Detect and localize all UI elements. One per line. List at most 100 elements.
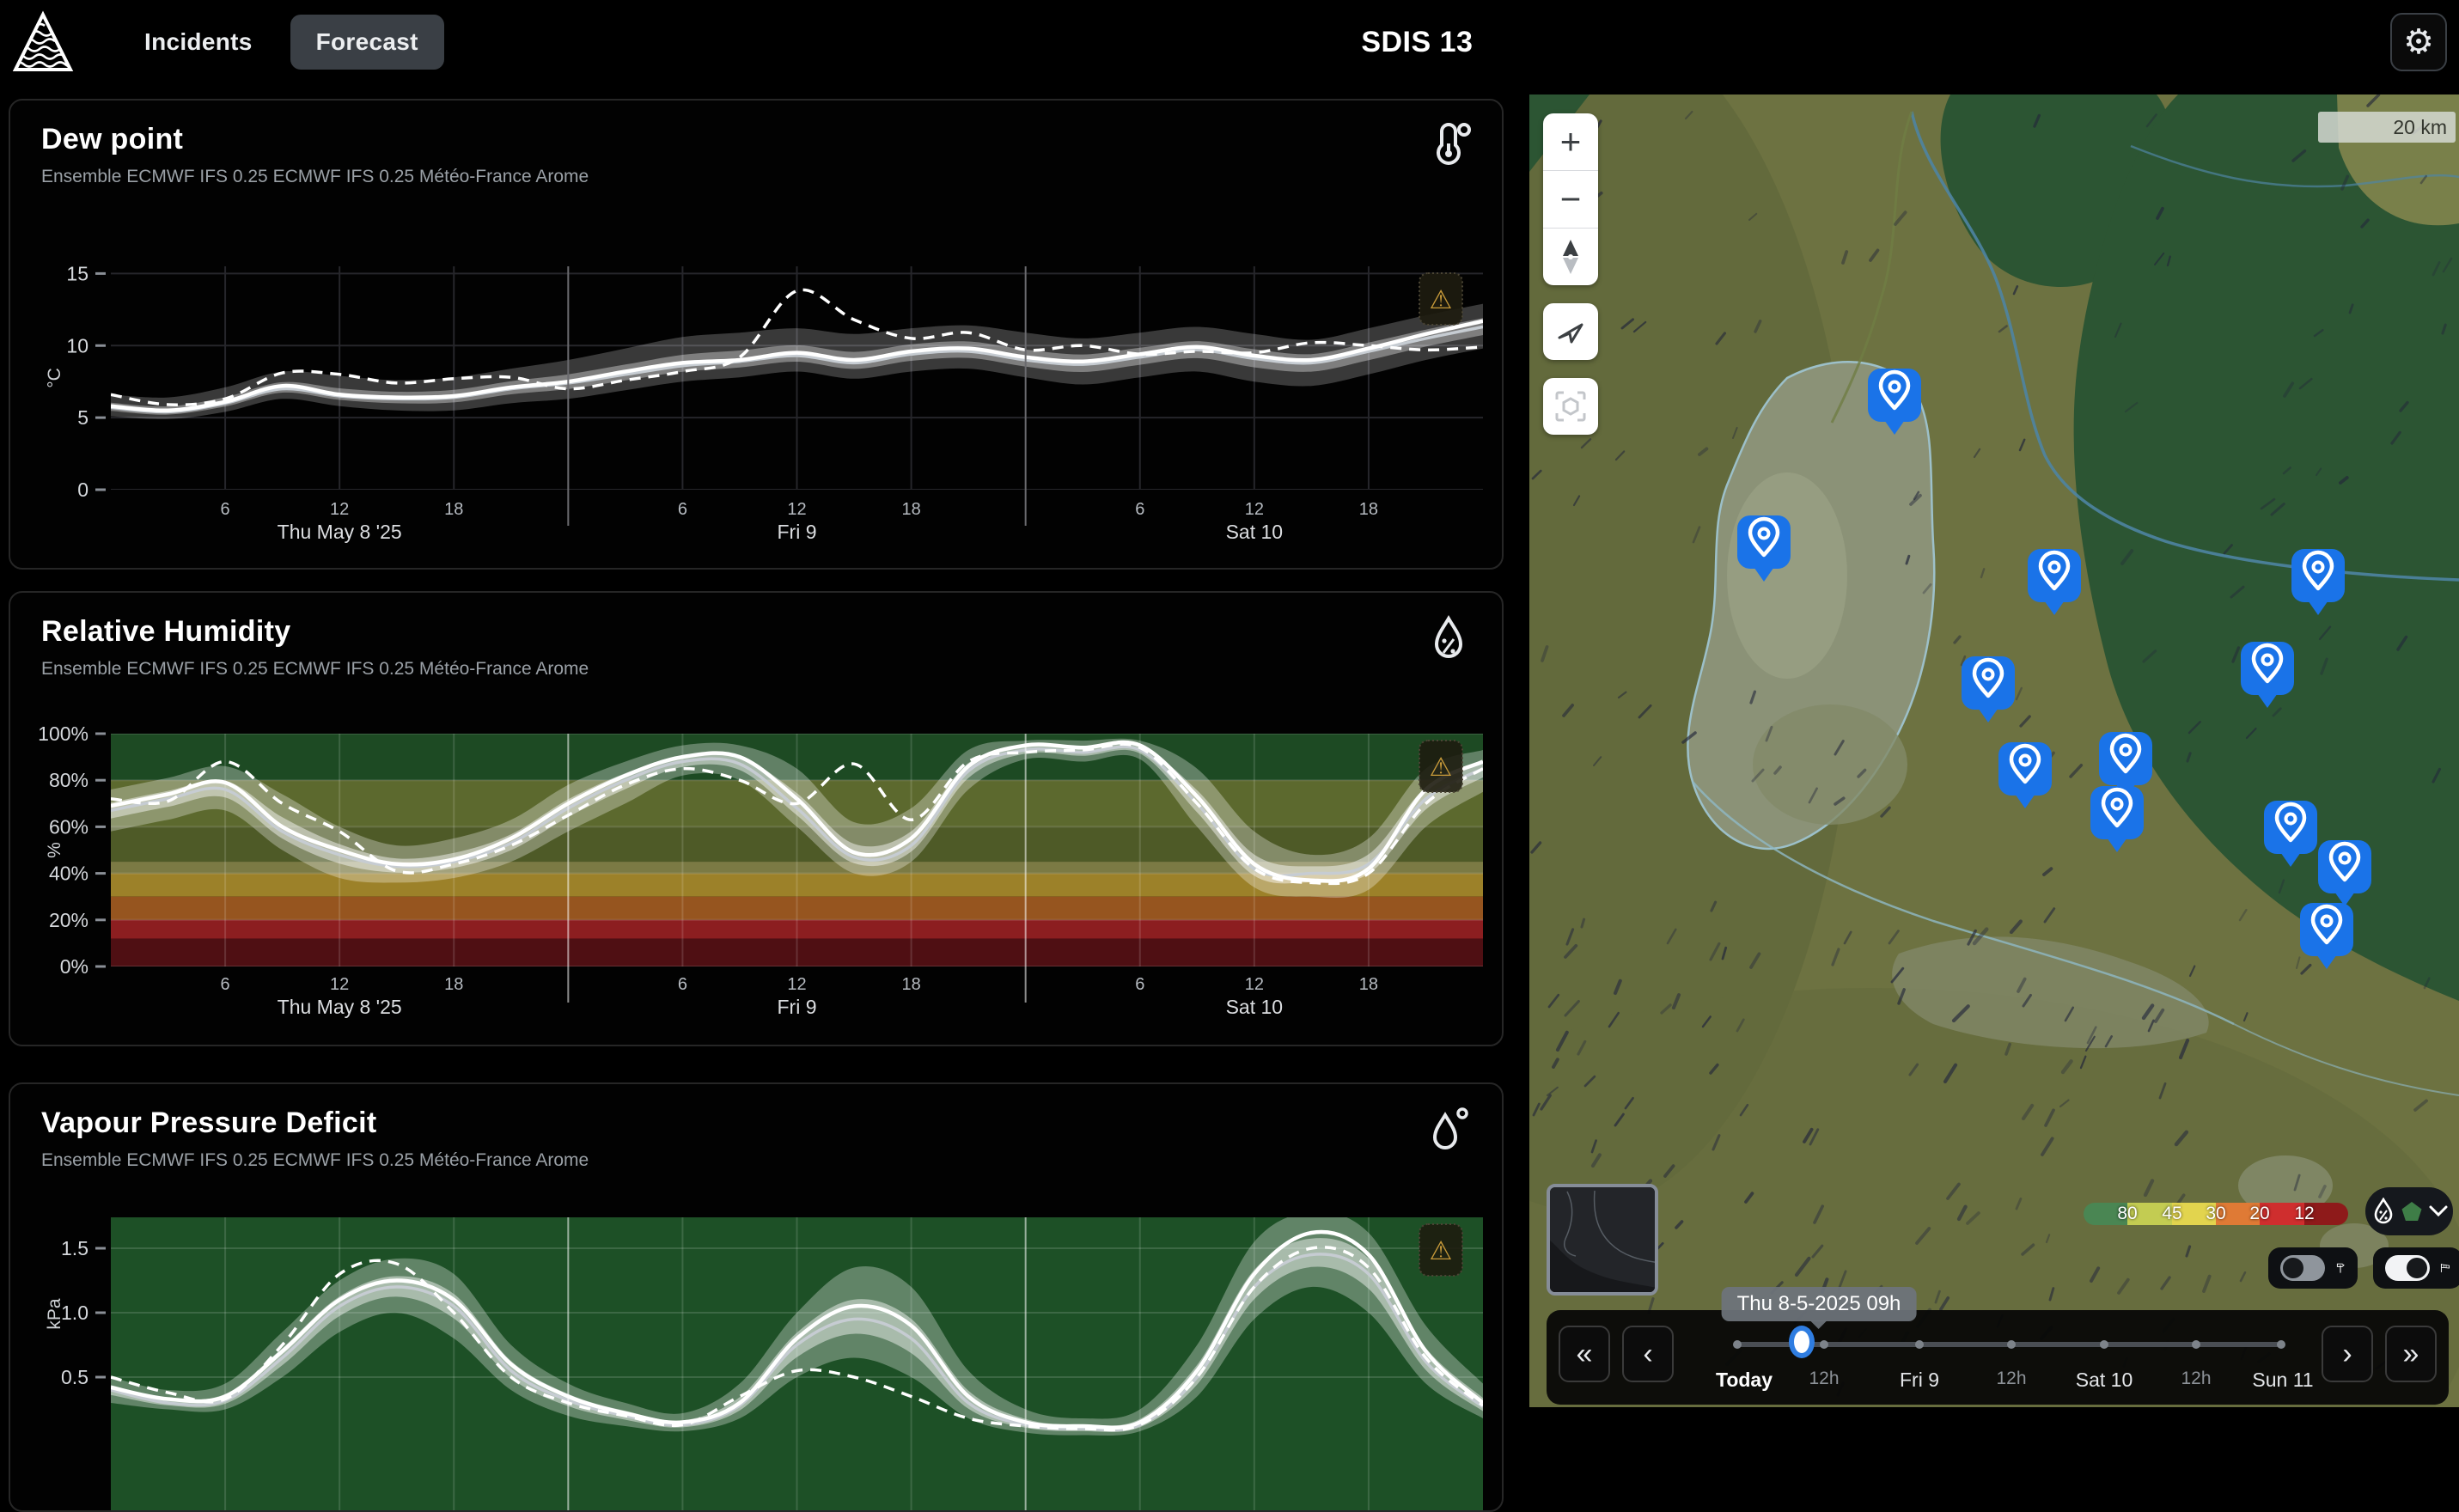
humidity-droplet-icon: [2371, 1198, 2395, 1225]
svg-text:15: 15: [66, 262, 88, 284]
timeline-slider-handle[interactable]: [1789, 1326, 1815, 1358]
svg-text:60%: 60%: [49, 815, 88, 838]
svg-text:18: 18: [901, 975, 920, 994]
svg-text:0.5: 0.5: [61, 1366, 88, 1388]
svg-text:18: 18: [901, 500, 920, 519]
scale-label: 20 km: [2393, 116, 2447, 139]
svg-text:Sat 10: Sat 10: [1226, 996, 1284, 1018]
timeline-label-12h[interactable]: 12h: [1996, 1369, 2026, 1389]
legend-seg-darkred: [2304, 1203, 2348, 1225]
locate-button[interactable]: [1543, 303, 1598, 360]
svg-text:12: 12: [330, 500, 349, 519]
chart-panel-vapour-pressure-deficit: Vapour Pressure Deficit Ensemble ECMWF I…: [9, 1082, 1504, 1512]
app-logo-triangle-icon[interactable]: [12, 9, 74, 75]
thermometer-degree-icon: [1426, 123, 1471, 171]
svg-text:18: 18: [1359, 975, 1378, 994]
warning-triangle-icon: ⚠: [1430, 286, 1453, 314]
minimap-canvas: [1550, 1187, 1658, 1296]
legend-seg-yellow: [2172, 1203, 2216, 1225]
panel-title: Vapour Pressure Deficit: [41, 1107, 1471, 1140]
track-tick: [1820, 1340, 1828, 1349]
track-tick: [2007, 1340, 2016, 1349]
timeline-label-sun11[interactable]: Sun 11: [2252, 1369, 2313, 1392]
svg-text:6: 6: [678, 500, 687, 519]
svg-text:6: 6: [1135, 975, 1144, 994]
tab-incidents[interactable]: Incidents: [119, 15, 278, 70]
svg-text:80%: 80%: [49, 769, 88, 791]
svg-text:1.5: 1.5: [61, 1237, 88, 1259]
svg-text:°C: °C: [45, 368, 64, 388]
toggle-switch-off[interactable]: [2280, 1255, 2325, 1281]
svg-text:Thu May 8 '25: Thu May 8 '25: [278, 996, 402, 1018]
timeline-prev-button[interactable]: ‹: [1622, 1326, 1674, 1382]
svg-text:%: %: [45, 842, 64, 858]
svg-text:0: 0: [77, 479, 88, 501]
windsock-icon: [2440, 1254, 2450, 1282]
panel-subtitle: Ensemble ECMWF IFS 0.25 ECMWF IFS 0.25 M…: [41, 167, 1471, 187]
panel-title: Dew point: [41, 123, 1471, 156]
svg-text:kPa: kPa: [45, 1298, 64, 1330]
settings-button[interactable]: ⚙: [2390, 13, 2447, 71]
track-tick: [2277, 1340, 2285, 1349]
svg-text:20%: 20%: [49, 909, 88, 931]
humidity-legend-bar: [2084, 1203, 2348, 1225]
compass-button[interactable]: [1543, 228, 1598, 285]
legend-seg-yellowgreen: [2127, 1203, 2171, 1225]
signpost-toggle[interactable]: [2268, 1247, 2358, 1289]
map[interactable]: + − 20 km: [1529, 94, 2459, 1407]
legend-seg-green: [2084, 1203, 2127, 1225]
svg-text:Fri 9: Fri 9: [778, 996, 817, 1018]
layer-selector-pill[interactable]: [2365, 1187, 2453, 1235]
timeline-bar: Thu 8-5-2025 09h « ‹ Today 12h Fri 9 12h…: [1547, 1310, 2449, 1405]
fit-bounds-button[interactable]: [1543, 378, 1598, 435]
svg-text:12: 12: [1245, 975, 1264, 994]
tab-forecast[interactable]: Forecast: [290, 15, 444, 70]
zoom-in-button[interactable]: +: [1543, 113, 1598, 170]
svg-text:6: 6: [221, 975, 230, 994]
timeline-track[interactable]: [1736, 1342, 2283, 1347]
time-tooltip: Thu 8-5-2025 09h: [1722, 1287, 1917, 1321]
legend-seg-red: [2260, 1203, 2303, 1225]
svg-text:6: 6: [1135, 500, 1144, 519]
chart-warning-badge[interactable]: ⚠: [1419, 741, 1462, 792]
humidity-droplet-icon: [1426, 615, 1471, 663]
svg-text:12: 12: [330, 975, 349, 994]
compass-icon: [1557, 238, 1584, 276]
panel-subtitle: Ensemble ECMWF IFS 0.25 ECMWF IFS 0.25 M…: [41, 659, 1471, 680]
navigation-arrow-icon: [1555, 316, 1586, 347]
minimap[interactable]: [1547, 1184, 1658, 1296]
map-zoom-controls: + −: [1543, 113, 1598, 285]
chart-warning-badge[interactable]: ⚠: [1419, 273, 1462, 325]
timeline-last-button[interactable]: »: [2385, 1326, 2437, 1382]
timeline-label-12h[interactable]: 12h: [2181, 1369, 2211, 1389]
gear-icon: ⚙: [2403, 25, 2434, 59]
frame-hexagon-icon: [1554, 390, 1587, 423]
svg-text:12: 12: [787, 975, 806, 994]
svg-text:Sat 10: Sat 10: [1226, 521, 1284, 543]
timeline-next-button[interactable]: ›: [2322, 1326, 2373, 1382]
panel-subtitle: Ensemble ECMWF IFS 0.25 ECMWF IFS 0.25 M…: [41, 1150, 1471, 1171]
svg-text:12: 12: [1245, 500, 1264, 519]
warning-triangle-icon: ⚠: [1430, 1237, 1453, 1265]
svg-text:0%: 0%: [60, 955, 88, 978]
timeline-label-sat10[interactable]: Sat 10: [2076, 1369, 2133, 1392]
svg-text:18: 18: [1359, 500, 1378, 519]
timeline-label-today[interactable]: Today: [1716, 1369, 1773, 1392]
toggle-switch-on[interactable]: [2385, 1255, 2430, 1281]
chart-warning-badge[interactable]: ⚠: [1419, 1224, 1462, 1276]
timeline-label-fri9[interactable]: Fri 9: [1900, 1369, 1939, 1392]
svg-text:5: 5: [77, 406, 88, 429]
droplet-degree-icon: [1426, 1107, 1471, 1155]
signpost-icon: [2335, 1254, 2346, 1282]
windsock-toggle[interactable]: [2373, 1247, 2459, 1289]
legend-seg-orange: [2216, 1203, 2260, 1225]
map-scale-bar: 20 km: [2318, 112, 2456, 143]
timeline-label-12h[interactable]: 12h: [1809, 1369, 1839, 1389]
timeline-first-button[interactable]: «: [1559, 1326, 1610, 1382]
zoom-out-button[interactable]: −: [1543, 170, 1598, 228]
svg-text:12: 12: [787, 500, 806, 519]
svg-text:10: 10: [66, 334, 88, 357]
svg-text:6: 6: [221, 500, 230, 519]
chart-panel-relative-humidity: Relative Humidity Ensemble ECMWF IFS 0.2…: [9, 591, 1504, 1046]
svg-text:6: 6: [678, 975, 687, 994]
